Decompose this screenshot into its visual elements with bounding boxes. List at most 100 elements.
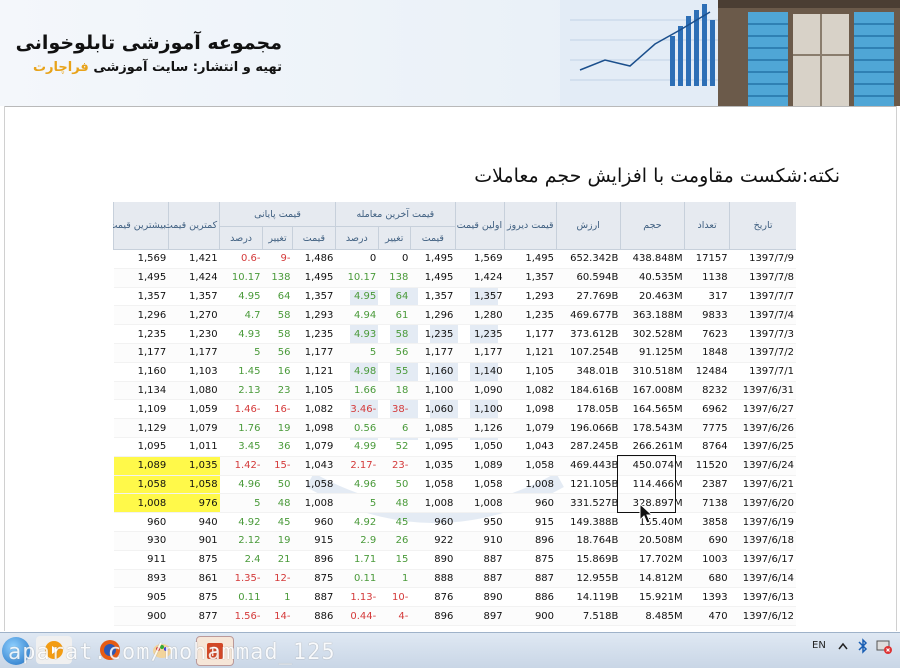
cell-count: 8232	[684, 381, 730, 401]
table-row[interactable]: 1397/6/19 3858 155.40M 149.388B 915 950 960 45 4…	[113, 512, 796, 532]
cell-last-pct: 0	[335, 249, 379, 269]
cell-last-ch: 58	[378, 324, 411, 344]
cell-count: 6962	[684, 399, 730, 420]
table-body: 1397/7/9 17157 438.848M 652.342B 1,495 1,569 1…	[113, 249, 796, 626]
table-row[interactable]: 1397/7/4 9833 363.188M 469.677B 1,235 1,280 1,…	[113, 305, 796, 326]
cell-close-ch: 36	[262, 437, 293, 457]
col-header-last-trade[interactable]: قیمت آخرین معامله	[334, 202, 456, 227]
cell-min: 1,080	[168, 381, 220, 401]
table-row[interactable]: 1397/6/26 7775 178.543M 196.066B 1,079 1,126 1…	[113, 418, 796, 438]
table-row[interactable]: 1397/7/3 7623 302.528M 373.612B 1,177 1,235 1,…	[113, 324, 796, 344]
network-warning-icon[interactable]	[876, 638, 892, 657]
cell-last-pct: 5	[335, 493, 379, 514]
cell-close-pct: 1.45	[219, 362, 263, 382]
table-row[interactable]: 1397/6/31 8232 167.008M 184.616B 1,082 1,090 1…	[113, 381, 796, 401]
cell-last-pct: 4.95	[335, 287, 379, 307]
col-header-yesterday[interactable]: قیمت دیروز	[504, 202, 557, 250]
cell-max: 1,160	[113, 362, 169, 382]
table-row[interactable]: 1397/6/27 6962 164.565M 178.05B 1,098 1,100 1,…	[113, 399, 796, 420]
col-header-date[interactable]: تاریخ	[729, 202, 796, 250]
bluetooth-icon[interactable]	[858, 638, 868, 657]
cell-close-pct: 3.45	[219, 437, 263, 457]
col-header-max[interactable]: بیشترین قیمت	[113, 202, 169, 250]
cell-count: 1138	[684, 268, 730, 288]
cell-last: 1,100	[410, 381, 456, 401]
table-row[interactable]: 1397/6/18 690 20.508M 18.764B 896 910 922 26 2.9…	[113, 531, 796, 551]
cell-first: 1,569	[455, 249, 505, 269]
cell-last-ch: 138	[378, 268, 411, 288]
table-row[interactable]: 1397/7/7 317 20.463M 27.769B 1,293 1,357 1,357…	[113, 287, 796, 307]
header-banner: مجموعه آموزشی تابلوخوانی تهیه و انتشار: …	[0, 0, 900, 106]
col-header-last-change[interactable]: تغییر	[377, 226, 411, 250]
col-header-close-change[interactable]: تغییر	[262, 226, 293, 250]
cell-min: 1,357	[168, 287, 220, 307]
cell-count: 1848	[684, 343, 730, 363]
col-header-close-price[interactable]: قیمت	[292, 226, 336, 250]
cell-close-ch: 64	[262, 287, 293, 307]
col-header-last-price[interactable]: قیمت	[409, 226, 456, 250]
cell-yesterday: 1,098	[504, 399, 557, 420]
cell-date: 1397/7/9	[729, 249, 796, 269]
cell-min: 875	[168, 587, 220, 608]
table-row[interactable]: 1397/6/24 11520 450.074M 469.443B 1,058 1,089…	[113, 456, 796, 476]
cell-close-pct: 5	[219, 493, 263, 514]
col-header-last-percent[interactable]: درصد	[334, 226, 379, 250]
col-header-value[interactable]: ارزش	[555, 202, 621, 250]
cell-date: 1397/7/4	[729, 305, 796, 326]
table-row[interactable]: 1397/6/12 470 8.485M 7.518B 900 897 896 -4 -0.44…	[113, 606, 796, 626]
cell-last-pct: 0.56	[335, 418, 379, 438]
mouse-cursor-icon	[639, 503, 653, 524]
cell-value: 469.443B	[556, 456, 621, 476]
cell-close: 960	[292, 512, 336, 532]
cell-last-pct: 1.66	[335, 381, 379, 401]
cell-close-pct: -0.6	[219, 249, 263, 269]
cell-yesterday: 960	[504, 493, 557, 514]
cell-value: 18.764B	[556, 531, 621, 551]
cell-volume: 14.812M	[620, 569, 685, 589]
language-indicator[interactable]: EN	[812, 640, 826, 651]
table-row[interactable]: 1397/6/20 7138 328.897M 331.527B 960 1,008 1,0…	[113, 493, 796, 514]
chevron-up-icon[interactable]	[838, 642, 848, 653]
table-row[interactable]: 1397/6/17 1003 17.702M 15.869B 875 887 890 15 1.…	[113, 550, 796, 570]
col-header-min[interactable]: کمترین قیمت	[164, 202, 220, 250]
cell-last: 1,035	[410, 456, 456, 476]
table-row[interactable]: 1397/7/8 1138 40.535M 60.594B 1,357 1,424 1,49…	[113, 268, 796, 288]
cell-close-ch: 58	[262, 324, 293, 344]
table-row[interactable]: 1397/6/25 8764 266.261M 287.245B 1,043 1,050 1…	[113, 437, 796, 457]
col-header-count[interactable]: تعداد	[684, 202, 730, 250]
cell-close: 1,082	[292, 399, 336, 420]
table-row[interactable]: 1397/7/1 12484 310.518M 348.01B 1,105 1,140 1,…	[113, 362, 796, 382]
col-header-volume[interactable]: حجم	[619, 202, 685, 250]
table-row[interactable]: 1397/7/2 1848 91.125M 107.254B 1,121 1,177 1,1…	[113, 343, 796, 363]
cell-value: 331.527B	[556, 493, 621, 514]
cell-last-ch: 45	[378, 512, 411, 532]
cell-close-pct: 1.76	[219, 418, 263, 438]
cell-close-ch: 19	[262, 531, 293, 551]
table-row[interactable]: 1397/6/21 2387 114.466M 121.105B 1,008 1,058 1…	[113, 475, 796, 495]
cell-max: 930	[113, 531, 169, 551]
table-row[interactable]: 1397/6/13 1393 15.921M 14.119B 886 890 876 -10-…	[113, 587, 796, 608]
cell-first: 1,089	[455, 456, 505, 476]
cell-close-pct: 2.4	[219, 550, 263, 570]
cell-max: 1,095	[113, 437, 169, 457]
col-header-close[interactable]: قیمت پایانی	[219, 202, 336, 227]
video-watermark-text: aparat.com/mohammad_125	[8, 640, 336, 665]
cell-close-pct: -1.56	[219, 606, 263, 626]
cell-count: 11520	[684, 456, 730, 476]
cell-volume: 438.848M	[620, 249, 685, 269]
cell-last-ch: 15	[378, 550, 411, 570]
col-header-first[interactable]: اولین قیمت	[454, 202, 505, 250]
cell-value: 121.105B	[556, 475, 621, 495]
cell-min: 1,058	[168, 475, 220, 495]
table-row[interactable]: 1397/6/14 680 14.812M 12.955B 887 887 888 1 0.11…	[113, 569, 796, 589]
cell-yesterday: 875	[504, 550, 557, 570]
table-row[interactable]: 1397/7/9 17157 438.848M 652.342B 1,495 1,569 1…	[113, 249, 796, 269]
cell-last: 1,060	[410, 399, 456, 420]
slide-right-border	[896, 106, 897, 631]
cell-first: 950	[455, 512, 505, 532]
cell-last-ch: -4	[378, 606, 411, 626]
cell-last: 1,495	[410, 268, 456, 288]
cell-volume: 15.921M	[620, 587, 685, 608]
col-header-close-percent[interactable]: درصد	[219, 226, 263, 250]
cell-close: 886	[292, 606, 336, 626]
